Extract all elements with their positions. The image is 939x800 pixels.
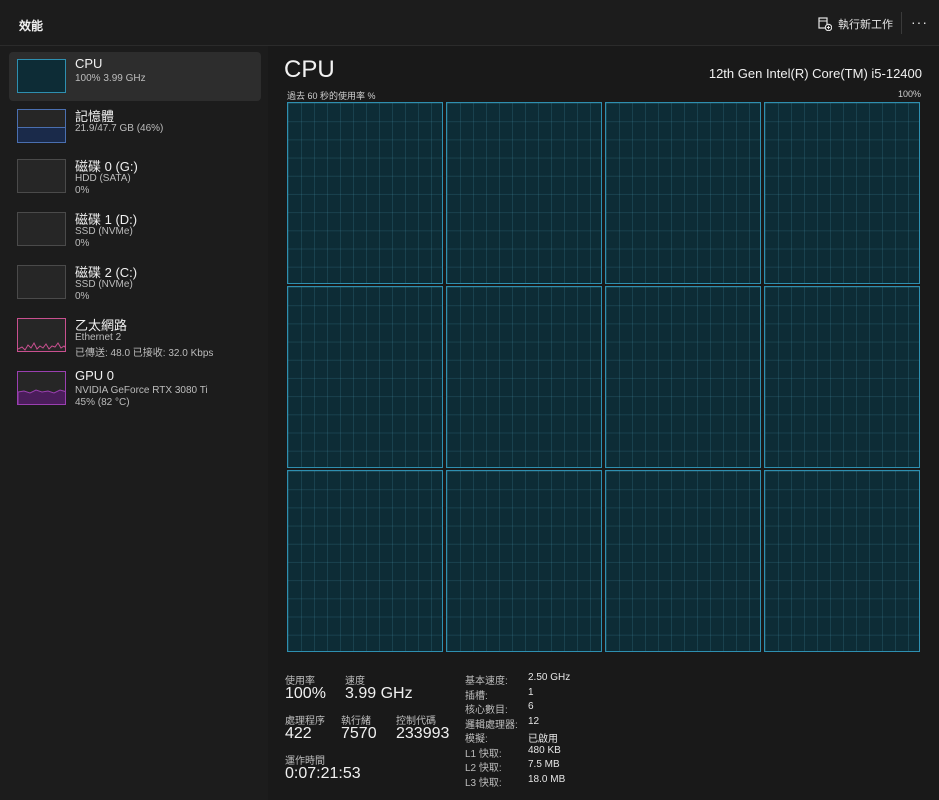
spec-row: 核心數目: 6 xyxy=(465,701,625,716)
sidebar-item-usage: 已傳送: 48.0 已接收: 32.0 Kbps xyxy=(75,348,214,359)
sidebar-item-detail: NVIDIA GeForce RTX 3080 Ti xyxy=(75,385,208,396)
spec-key: L3 快取: xyxy=(465,778,502,789)
spec-row: L2 快取: 7.5 MB xyxy=(465,759,625,774)
gpu-sparkline xyxy=(18,389,65,404)
disk-1-thumbnail xyxy=(17,212,66,246)
sidebar-item-ethernet[interactable]: 乙太網路 Ethernet 2 已傳送: 48.0 已接收: 32.0 Kbps xyxy=(9,311,261,360)
sidebar-item-detail: Ethernet 2 xyxy=(75,332,122,343)
spec-value: 12 xyxy=(528,716,540,727)
sidebar-item-detail: 21.9/47.7 GB (46%) xyxy=(75,123,164,134)
run-new-task-label: 執行新工作 xyxy=(838,19,893,31)
title-bar: 效能 執行新工作 ··· xyxy=(0,0,939,46)
logical-processor-graphs xyxy=(287,102,921,652)
spec-row: 插槽: 1 xyxy=(465,687,625,702)
spec-key: 核心數目: xyxy=(465,705,508,716)
utilization-value: 100% xyxy=(285,685,326,702)
spec-value: 2.50 GHz xyxy=(528,672,571,683)
spec-key: 插槽: xyxy=(465,691,488,702)
memory-usage-fill xyxy=(18,127,65,142)
sidebar-item-disk-2[interactable]: 磁碟 2 (C:) SSD (NVMe) 0% xyxy=(9,258,261,307)
spec-value: 已啟用 xyxy=(528,734,558,745)
disk-2-thumbnail xyxy=(17,265,66,299)
page-title: 效能 xyxy=(19,19,44,33)
sidebar-item-memory[interactable]: 記憶體 21.9/47.7 GB (46%) xyxy=(9,102,261,151)
new-task-icon xyxy=(818,17,832,31)
sidebar-item-detail: SSD (NVMe) xyxy=(75,226,133,237)
memory-thumbnail xyxy=(17,109,66,143)
logical-processor-graph-5 xyxy=(446,286,602,468)
sidebar-item-name: GPU 0 xyxy=(75,368,115,383)
logical-processor-graph-10 xyxy=(605,470,761,652)
logical-processor-graph-1 xyxy=(446,102,602,284)
more-options-icon[interactable]: ··· xyxy=(911,14,928,30)
logical-processor-graph-0 xyxy=(287,102,443,284)
logical-processor-graph-7 xyxy=(764,286,920,468)
gpu-thumbnail xyxy=(17,371,66,405)
spec-key: 基本速度: xyxy=(465,676,508,687)
spec-row: L1 快取: 480 KB xyxy=(465,745,625,760)
sidebar-item-usage: 0% xyxy=(75,185,90,196)
sidebar-item-detail: 100% 3.99 GHz xyxy=(75,73,146,84)
processes-value: 422 xyxy=(285,725,312,742)
spec-value: 480 KB xyxy=(528,745,561,756)
logical-processor-graph-11 xyxy=(764,470,920,652)
spec-key: L1 快取: xyxy=(465,749,502,760)
uptime-value: 0:07:21:53 xyxy=(285,765,361,782)
spec-key: L2 快取: xyxy=(465,763,502,774)
header-divider xyxy=(901,12,902,34)
ethernet-thumbnail xyxy=(17,318,66,352)
logical-processor-graph-6 xyxy=(605,286,761,468)
resource-sidebar: CPU 100% 3.99 GHz 記憶體 21.9/47.7 GB (46%)… xyxy=(0,46,268,800)
logical-processor-graph-4 xyxy=(287,286,443,468)
sidebar-item-detail: HDD (SATA) xyxy=(75,173,131,184)
disk-0-thumbnail xyxy=(17,159,66,193)
sidebar-item-usage: 0% xyxy=(75,291,90,302)
sidebar-item-name: CPU xyxy=(75,56,103,71)
spec-value: 7.5 MB xyxy=(528,759,560,770)
spec-value: 1 xyxy=(528,687,534,698)
spec-row: 邏輯處理器: 12 xyxy=(465,716,625,731)
sidebar-item-gpu-0[interactable]: GPU 0 NVIDIA GeForce RTX 3080 Ti 45% (82… xyxy=(9,364,261,413)
cpu-detail-panel: CPU 12th Gen Intel(R) Core(TM) i5-12400 … xyxy=(268,46,939,800)
logical-processor-graph-9 xyxy=(446,470,602,652)
sidebar-item-usage: 45% (82 °C) xyxy=(75,397,130,408)
logical-processor-graph-8 xyxy=(287,470,443,652)
spec-row: L3 快取: 18.0 MB xyxy=(465,774,625,789)
cpu-thumbnail xyxy=(17,59,66,93)
handles-value: 233993 xyxy=(396,725,450,742)
spec-key: 邏輯處理器: xyxy=(465,720,518,731)
spec-value: 6 xyxy=(528,701,534,712)
resource-title: CPU xyxy=(284,56,335,83)
graph-caption: 過去 60 秒的使用率 % xyxy=(287,91,376,101)
sidebar-item-cpu[interactable]: CPU 100% 3.99 GHz xyxy=(9,52,261,101)
spec-value: 18.0 MB xyxy=(528,774,566,785)
graph-max-label: 100% xyxy=(897,89,921,99)
sidebar-item-disk-0[interactable]: 磁碟 0 (G:) HDD (SATA) 0% xyxy=(9,152,261,201)
sidebar-item-detail: SSD (NVMe) xyxy=(75,279,133,290)
sidebar-item-usage: 0% xyxy=(75,238,90,249)
speed-value: 3.99 GHz xyxy=(345,685,413,702)
spec-row: 模擬: 已啟用 xyxy=(465,730,625,745)
logical-processor-graph-3 xyxy=(764,102,920,284)
spec-key: 模擬: xyxy=(465,734,488,745)
ethernet-sparkline xyxy=(18,341,65,351)
logical-processor-graph-2 xyxy=(605,102,761,284)
processor-model: 12th Gen Intel(R) Core(TM) i5-12400 xyxy=(708,66,922,81)
sidebar-item-disk-1[interactable]: 磁碟 1 (D:) SSD (NVMe) 0% xyxy=(9,205,261,254)
threads-value: 7570 xyxy=(341,725,377,742)
spec-row: 基本速度: 2.50 GHz xyxy=(465,672,625,687)
run-new-task-button[interactable]: 執行新工作 xyxy=(818,16,893,32)
